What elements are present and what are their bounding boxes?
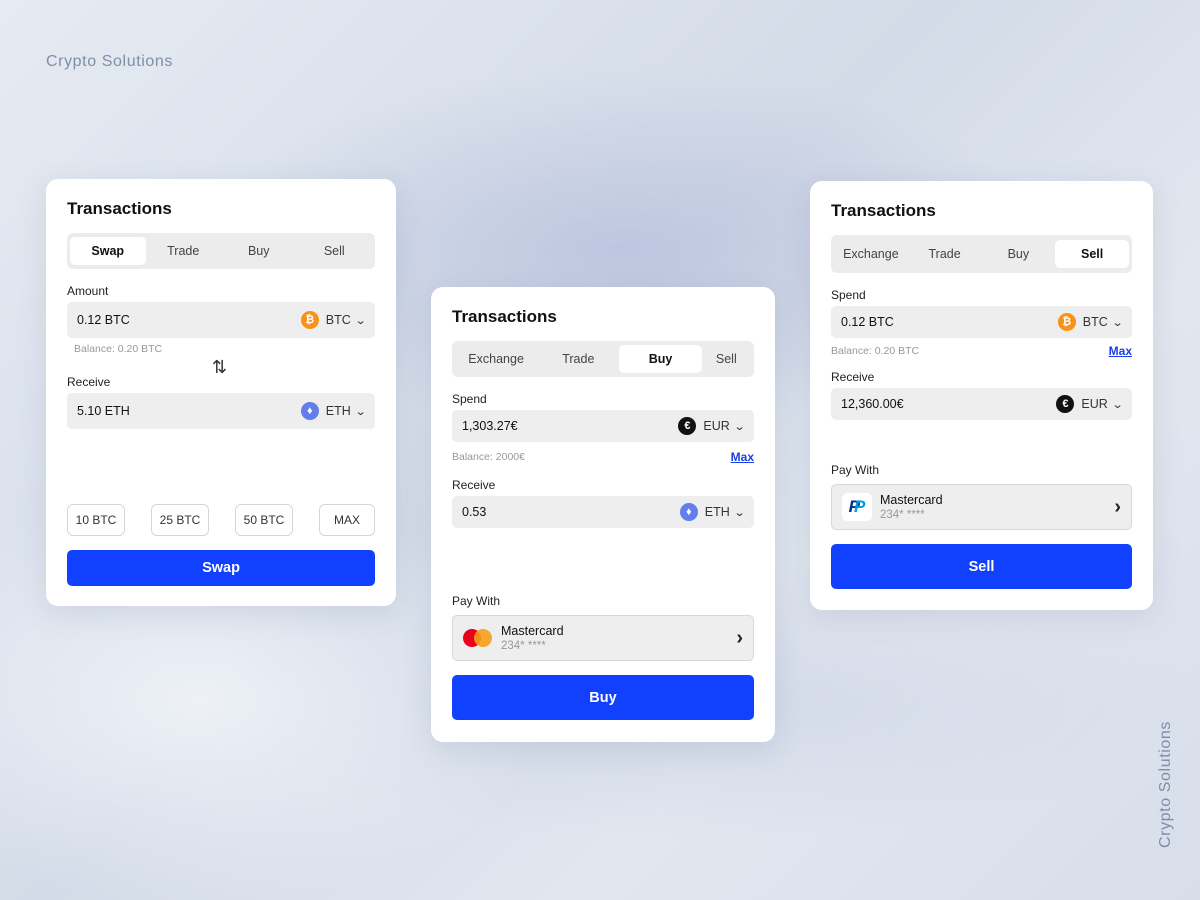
euro-icon: € (678, 417, 697, 435)
spend-value: 1,303.27€ (462, 419, 518, 433)
tab-bar: Swap Trade Buy Sell (67, 233, 375, 269)
swap-card: Transactions Swap Trade Buy Sell Amount … (46, 179, 396, 606)
quick-amount-50[interactable]: 50 BTC (235, 504, 293, 536)
quick-amounts: 10 BTC 25 BTC 50 BTC MAX (67, 504, 375, 536)
buy-card: Transactions Exchange Trade Buy Sell Spe… (431, 287, 775, 742)
currency-select[interactable]: BTC (326, 313, 351, 327)
chevron-down-icon[interactable]: ⌄ (1111, 316, 1123, 329)
receive-label: Receive (831, 370, 875, 384)
card-title: Transactions (831, 201, 936, 220)
max-link[interactable]: Max (731, 450, 754, 464)
spend-field[interactable]: 1,303.27€ € EUR ⌄ (452, 410, 754, 442)
ethereum-icon: ♦ (300, 402, 319, 420)
swap-button[interactable]: Swap (67, 550, 375, 586)
spend-label: Spend (831, 288, 866, 302)
payment-info: Mastercard 234* **** (880, 493, 1114, 521)
tab-bar: Exchange Trade Buy Sell (831, 235, 1132, 273)
quick-amount-25[interactable]: 25 BTC (151, 504, 209, 536)
balance-row: Balance: 0.20 BTC Max (831, 344, 1132, 358)
tab-bar: Exchange Trade Buy Sell (452, 341, 754, 377)
amount-label: Amount (67, 284, 109, 298)
balance-text: Balance: 0.20 BTC (74, 343, 163, 355)
tab-trade[interactable]: Trade (908, 240, 982, 268)
brand-vertical-title: Crypto Solutions (1157, 721, 1174, 848)
tab-trade[interactable]: Trade (146, 237, 222, 265)
bitcoin-icon: ₿ (1057, 313, 1076, 331)
balance-row: Balance: 2000€ Max (452, 450, 754, 464)
receive-field[interactable]: 0.53 ♦ ETH ⌄ (452, 496, 754, 528)
currency-select[interactable]: ETH (326, 404, 351, 418)
buy-button[interactable]: Buy (452, 675, 754, 720)
amount-value: 0.12 BTC (77, 313, 130, 327)
max-link[interactable]: Max (1109, 344, 1132, 358)
tab-trade[interactable]: Trade (537, 345, 619, 373)
spend-label: Spend (452, 392, 487, 406)
euro-icon: € (1056, 395, 1075, 413)
mastercard-icon (463, 629, 493, 647)
brand-title: Crypto Solutions (46, 53, 173, 70)
payment-number: 234* **** (501, 640, 546, 652)
tab-sell[interactable]: Sell (702, 345, 751, 373)
currency-select[interactable]: EUR (1081, 397, 1107, 411)
payment-info: Mastercard 234* **** (501, 624, 736, 652)
balance-text: Balance: 0.20 BTC (831, 345, 920, 357)
sell-button[interactable]: Sell (831, 544, 1132, 589)
balance-text: Balance: 2000€ (452, 451, 525, 463)
chevron-down-icon[interactable]: ⌄ (733, 420, 745, 433)
spend-value: 0.12 BTC (841, 315, 894, 329)
tab-exchange[interactable]: Exchange (455, 345, 537, 373)
bitcoin-icon: ₿ (300, 311, 319, 329)
chevron-down-icon[interactable]: ⌄ (1111, 398, 1123, 411)
receive-value: 12,360.00€ (841, 397, 904, 411)
spend-field[interactable]: 0.12 BTC ₿ BTC ⌄ (831, 306, 1132, 338)
tab-buy[interactable]: Buy (619, 345, 702, 373)
quick-amount-max[interactable]: MAX (319, 504, 375, 536)
ethereum-icon: ♦ (679, 503, 698, 521)
tab-swap[interactable]: Swap (70, 237, 146, 265)
tab-buy[interactable]: Buy (982, 240, 1056, 268)
chevron-right-icon: › (1114, 495, 1121, 518)
chevron-right-icon: › (736, 626, 743, 649)
chevron-down-icon[interactable]: ⌄ (354, 405, 366, 418)
quick-amount-10[interactable]: 10 BTC (67, 504, 125, 536)
payment-method-selector[interactable]: PP Mastercard 234* **** › (831, 484, 1132, 530)
sell-card: Transactions Exchange Trade Buy Sell Spe… (810, 181, 1153, 610)
receive-field[interactable]: 12,360.00€ € EUR ⌄ (831, 388, 1132, 420)
amount-field[interactable]: 0.12 BTC ₿ BTC ⌄ (67, 302, 375, 338)
card-title: Transactions (452, 307, 557, 326)
payment-name: Mastercard (501, 624, 564, 638)
tab-sell[interactable]: Sell (297, 237, 373, 265)
paypal-icon: PP (842, 493, 872, 521)
currency-select[interactable]: EUR (703, 419, 729, 433)
currency-select[interactable]: BTC (1083, 315, 1108, 329)
tab-buy[interactable]: Buy (221, 237, 297, 265)
swap-direction-icon[interactable]: ⇅ (212, 357, 227, 378)
tab-sell[interactable]: Sell (1055, 240, 1129, 268)
tab-exchange[interactable]: Exchange (834, 240, 908, 268)
receive-field[interactable]: 5.10 ETH ♦ ETH ⌄ (67, 393, 375, 429)
pay-with-label: Pay With (452, 594, 501, 608)
chevron-down-icon[interactable]: ⌄ (354, 314, 366, 327)
chevron-down-icon[interactable]: ⌄ (733, 506, 745, 519)
pay-with-label: Pay With (831, 463, 880, 477)
payment-name: Mastercard (880, 493, 943, 507)
receive-value: 5.10 ETH (77, 404, 130, 418)
card-title: Transactions (67, 199, 172, 218)
receive-value: 0.53 (462, 505, 487, 519)
receive-label: Receive (452, 478, 496, 492)
payment-method-selector[interactable]: Mastercard 234* **** › (452, 615, 754, 661)
currency-select[interactable]: ETH (705, 505, 730, 519)
payment-number: 234* **** (880, 509, 925, 521)
